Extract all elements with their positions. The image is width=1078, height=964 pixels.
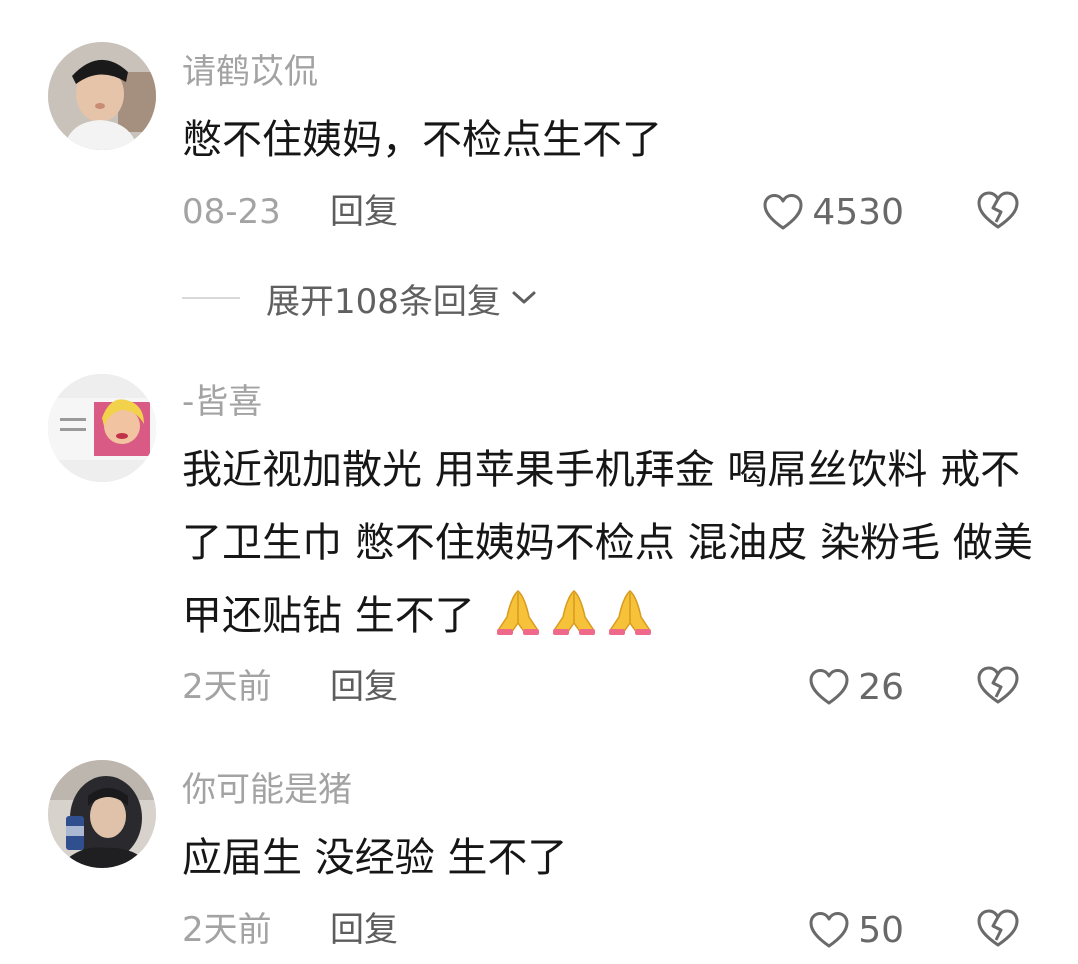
like-button[interactable]: 50 — [808, 908, 904, 952]
like-count: 50 — [858, 909, 904, 951]
comment-time: 2天前 — [182, 667, 272, 707]
dislike-button[interactable] — [976, 190, 1020, 234]
comment-meta: 08-23 回复 4530 — [0, 190, 1078, 234]
expand-replies-button[interactable]: 展开108条回复 — [182, 274, 537, 322]
comment-username[interactable]: -皆喜 — [182, 382, 262, 422]
comment-time: 2天前 — [182, 910, 272, 950]
folded-hands-icon — [497, 590, 540, 635]
reply-button[interactable]: 回复 — [330, 908, 398, 952]
comment-text: 憋不住姨妈，不检点生不了 — [182, 117, 662, 163]
heart-outline-icon — [809, 669, 849, 705]
divider-line — [182, 297, 240, 299]
folded-hands-emoji — [487, 590, 655, 639]
like-count: 4530 — [812, 191, 904, 233]
avatar[interactable] — [48, 42, 156, 150]
folded-hands-icon — [553, 590, 596, 635]
chevron-down-icon — [512, 291, 536, 304]
comment-text: 应届生 没经验 生不了 — [182, 835, 568, 881]
broken-heart-icon — [977, 666, 1019, 704]
comment-item: -皆喜 我近视加散光 用苹果手机拜金 喝屌丝饮料 戒不了卫生巾 憋不住姨妈不检点… — [0, 340, 1078, 730]
like-count: 26 — [858, 666, 904, 708]
like-button[interactable]: 4530 — [762, 190, 904, 234]
comment-meta: 2天前 回复 26 — [0, 665, 1078, 709]
comment-username[interactable]: 你可能是猪 — [182, 770, 352, 810]
comment-text: 我近视加散光 用苹果手机拜金 喝屌丝饮料 戒不了卫生巾 憋不住姨妈不检点 混油皮… — [182, 434, 1042, 653]
avatar[interactable] — [48, 374, 156, 482]
comment-item: 你可能是猪 应届生 没经验 生不了 2天前 回复 50 — [0, 730, 1078, 964]
comment-username[interactable]: 请鹤苡侃 — [182, 52, 318, 92]
broken-heart-icon — [977, 191, 1019, 229]
like-button[interactable]: 26 — [808, 665, 904, 709]
dislike-button[interactable] — [976, 908, 1020, 952]
heart-outline-icon — [809, 912, 849, 948]
comment-meta: 2天前 回复 50 — [0, 908, 1078, 952]
reply-button[interactable]: 回复 — [330, 665, 398, 709]
comment-item: 请鹤苡侃 憋不住姨妈，不检点生不了 08-23 回复 4530 展开108条回复 — [0, 0, 1078, 340]
reply-button[interactable]: 回复 — [330, 190, 398, 234]
dislike-button[interactable] — [976, 665, 1020, 709]
folded-hands-icon — [609, 590, 652, 635]
avatar[interactable] — [48, 760, 156, 868]
expand-replies-label: 展开108条回复 — [266, 281, 501, 322]
heart-outline-icon — [763, 194, 803, 230]
broken-heart-icon — [977, 909, 1019, 947]
comment-time: 08-23 — [182, 192, 281, 232]
